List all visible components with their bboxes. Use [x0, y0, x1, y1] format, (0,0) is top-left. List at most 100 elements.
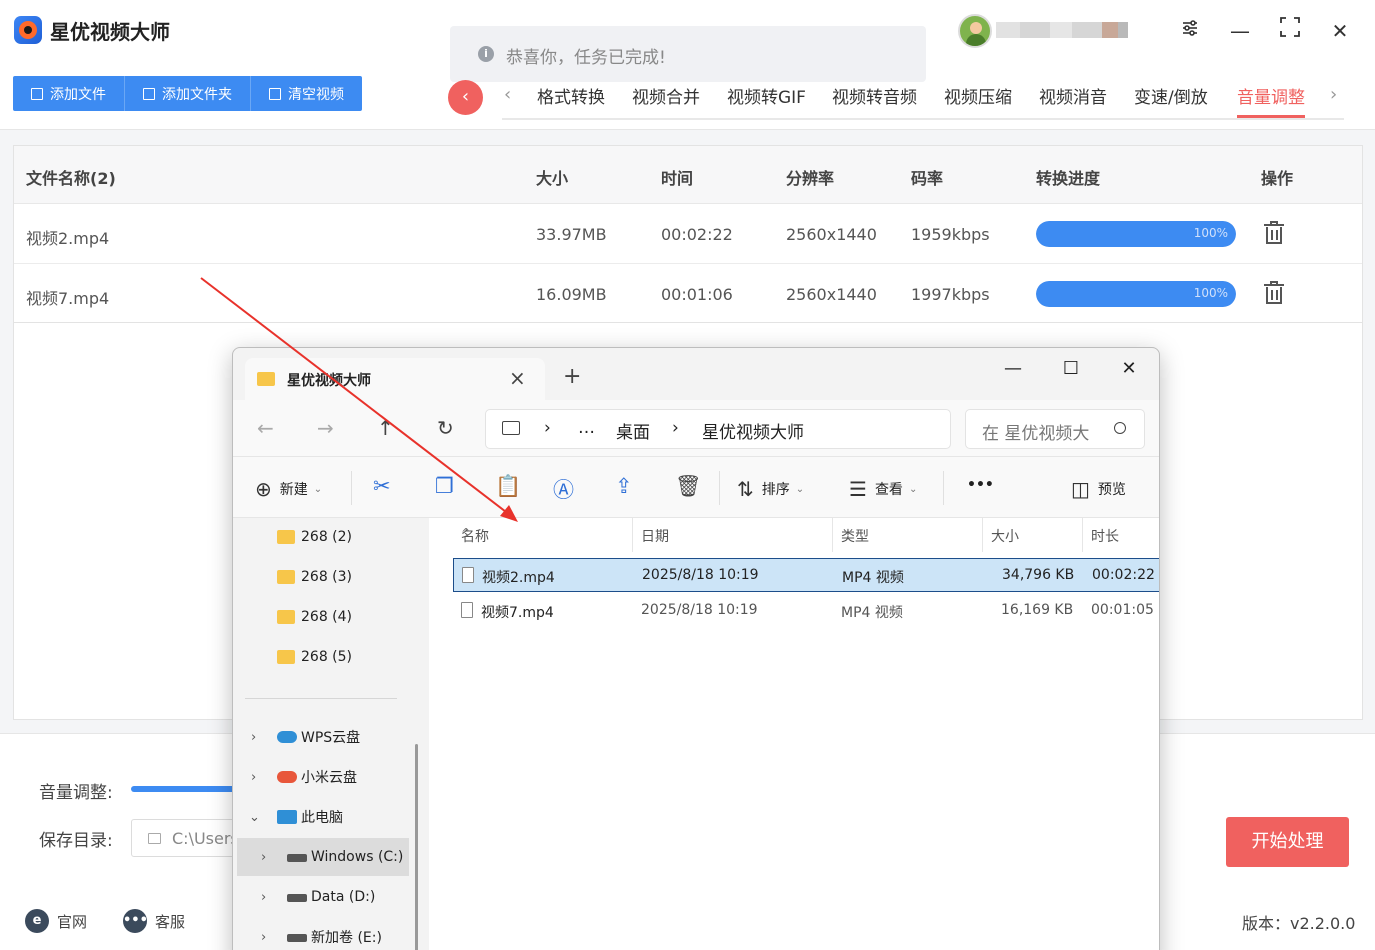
sidebar-item-folder[interactable]: 268 (3): [233, 558, 421, 596]
paste-icon[interactable]: 📋: [495, 474, 521, 499]
sidebar-item-label: Windows (C:): [311, 849, 404, 865]
chevron-right-icon[interactable]: ›: [251, 770, 256, 785]
sidebar-item-folder[interactable]: 268 (4): [233, 598, 421, 636]
sidebar-scrollbar[interactable]: [415, 744, 418, 950]
minimize-icon[interactable]: —: [1222, 14, 1258, 48]
tab-video-to-gif[interactable]: 视频转GIF: [727, 83, 806, 108]
close-icon[interactable]: ✕: [1109, 354, 1149, 384]
minimize-icon[interactable]: —: [993, 354, 1033, 384]
delete-row-icon[interactable]: [1264, 221, 1284, 245]
tab-volume-adjust[interactable]: 音量调整: [1237, 83, 1305, 118]
chevron-right-icon[interactable]: ›: [251, 730, 256, 745]
sidebar-item-drive-c[interactable]: › Windows (C:): [237, 838, 409, 876]
rename-icon[interactable]: Ⓐ: [553, 474, 574, 504]
new-button[interactable]: ⊕ 新建 ⌄: [255, 477, 322, 501]
toast-message: 恭喜你，任务已完成!: [506, 48, 666, 68]
refresh-icon[interactable]: ↻: [437, 416, 454, 440]
chevron-left-icon[interactable]: ‹: [504, 84, 511, 105]
explorer-tab-title: 星优视频大师: [287, 373, 371, 389]
tab-video-to-audio[interactable]: 视频转音频: [832, 83, 917, 108]
list-item[interactable]: 视频7.mp4 2025/8/18 10:19 MP4 视频 16,169 KB…: [453, 594, 1159, 628]
chevron-right-icon[interactable]: ›: [1330, 84, 1337, 105]
new-tab-icon[interactable]: +: [563, 364, 581, 389]
sliders-icon[interactable]: [1172, 14, 1208, 48]
sort-icon: ⇅: [737, 477, 754, 501]
close-tab-icon[interactable]: ×: [509, 366, 526, 390]
official-site-link[interactable]: e 官网: [25, 909, 87, 933]
tab-video-mute[interactable]: 视频消音: [1039, 83, 1107, 108]
view-button[interactable]: ☰ 查看 ⌄: [849, 477, 917, 501]
sidebar-item-xiaomi[interactable]: › 小米云盘: [233, 758, 421, 796]
column-date-label: 日期: [641, 529, 669, 545]
copy-icon[interactable]: ❐: [435, 474, 454, 498]
column-type-label: 类型: [841, 529, 869, 545]
column-header-size[interactable]: 大小: [983, 518, 1083, 552]
add-file-label: 添加文件: [50, 86, 106, 103]
column-header-date[interactable]: 日期: [633, 518, 833, 552]
preview-button[interactable]: ◫ 预览: [1071, 477, 1126, 501]
clear-videos-button[interactable]: 清空视频: [251, 76, 362, 111]
feature-tabs: ‹ 格式转换 视频合并 视频转GIF 视频转音频 视频压缩 视频消音 变速/倒放…: [502, 76, 1344, 120]
file-explorer-window: 星优视频大师 × + — ☐ ✕ ← → ↑ ↻ › … 桌面 › 星优视频大师…: [232, 347, 1160, 950]
tab-video-merge[interactable]: 视频合并: [632, 83, 700, 108]
sidebar-item-folder[interactable]: 268 (2): [233, 518, 421, 556]
sidebar-item-this-pc[interactable]: ⌄ 此电脑: [233, 798, 421, 836]
search-box[interactable]: 在 星优视频大: [965, 409, 1145, 449]
start-process-button[interactable]: 开始处理: [1226, 817, 1349, 867]
sidebar-item-wps[interactable]: › WPS云盘: [233, 718, 421, 756]
chevron-down-icon: ⌄: [795, 483, 805, 495]
forward-arrow-icon[interactable]: →: [317, 416, 334, 440]
back-arrow-icon[interactable]: ←: [257, 416, 274, 440]
tab-back-button[interactable]: ‹: [448, 80, 483, 115]
app-window: 星优视频大师 i 恭喜你，任务已完成! — ✕ 添加文件 添加文件夹 清空视频 …: [0, 0, 1375, 950]
more-options-button[interactable]: •••: [967, 477, 994, 493]
column-header-name[interactable]: 名称 ^: [453, 518, 633, 552]
cloud-icon: [277, 731, 297, 743]
close-icon[interactable]: ✕: [1322, 14, 1358, 48]
chevron-right-icon[interactable]: ›: [261, 850, 266, 865]
progress-percent: 100%: [1193, 286, 1228, 300]
cloud-icon: [277, 771, 297, 783]
explorer-nav-bar: ← → ↑ ↻ › … 桌面 › 星优视频大师 在 星优视频大: [233, 400, 1159, 456]
breadcrumb-folder[interactable]: 星优视频大师: [702, 418, 804, 443]
column-header-duration[interactable]: 时长: [1083, 518, 1159, 552]
maximize-icon[interactable]: ☐: [1051, 354, 1091, 384]
file-name: 视频2.mp4: [482, 570, 555, 586]
sidebar-item-label: 小米云盘: [301, 770, 357, 786]
row-resolution: 2560x1440: [786, 225, 877, 244]
chevron-right-icon[interactable]: ›: [261, 890, 266, 905]
add-file-button[interactable]: 添加文件: [13, 76, 125, 111]
save-path-text: C:\Users: [172, 829, 239, 848]
computer-icon: [502, 421, 520, 435]
sort-button[interactable]: ⇅ 排序 ⌄: [737, 477, 804, 501]
chevron-down-icon[interactable]: ⌄: [249, 810, 260, 825]
cut-icon[interactable]: ✂: [373, 474, 391, 498]
sidebar-item-drive-d[interactable]: › Data (D:): [233, 878, 421, 916]
sidebar-item-folder[interactable]: 268 (5): [233, 638, 421, 676]
tab-format-convert[interactable]: 格式转换: [537, 83, 605, 108]
address-bar[interactable]: › … 桌面 › 星优视频大师: [485, 409, 951, 449]
delete-icon[interactable]: 🗑: [675, 474, 702, 499]
search-placeholder: 在 星优视频大: [982, 424, 1090, 444]
row-time: 00:02:22: [661, 225, 733, 244]
breadcrumb-desktop[interactable]: 桌面: [616, 418, 650, 443]
computer-icon: [277, 810, 297, 824]
table-row[interactable]: 视频7.mp4 16.09MB 00:01:06 2560x1440 1997k…: [14, 264, 1362, 324]
delete-row-icon[interactable]: [1264, 281, 1284, 305]
column-header-type[interactable]: 类型: [833, 518, 983, 552]
sidebar-item-drive-e[interactable]: › 新加卷 (E:): [233, 918, 421, 950]
explorer-tab[interactable]: 星优视频大师 ×: [245, 358, 545, 400]
support-link[interactable]: ••• 客服: [123, 909, 185, 933]
maximize-icon[interactable]: [1272, 14, 1308, 48]
table-row[interactable]: 视频2.mp4 33.97MB 00:02:22 2560x1440 1959k…: [14, 204, 1362, 264]
tab-speed-reverse[interactable]: 变速/倒放: [1134, 83, 1208, 108]
user-avatar[interactable]: [958, 14, 992, 48]
share-icon[interactable]: ⇪: [615, 474, 633, 498]
chevron-right-icon[interactable]: ›: [261, 930, 266, 945]
list-item[interactable]: 视频2.mp4 2025/8/18 10:19 MP4 视频 34,796 KB…: [453, 558, 1159, 592]
tab-video-compress[interactable]: 视频压缩: [944, 83, 1012, 108]
up-arrow-icon[interactable]: ↑: [377, 416, 394, 440]
column-duration-label: 时长: [1091, 529, 1119, 545]
breadcrumb-more[interactable]: …: [578, 418, 595, 438]
add-folder-button[interactable]: 添加文件夹: [125, 76, 251, 111]
